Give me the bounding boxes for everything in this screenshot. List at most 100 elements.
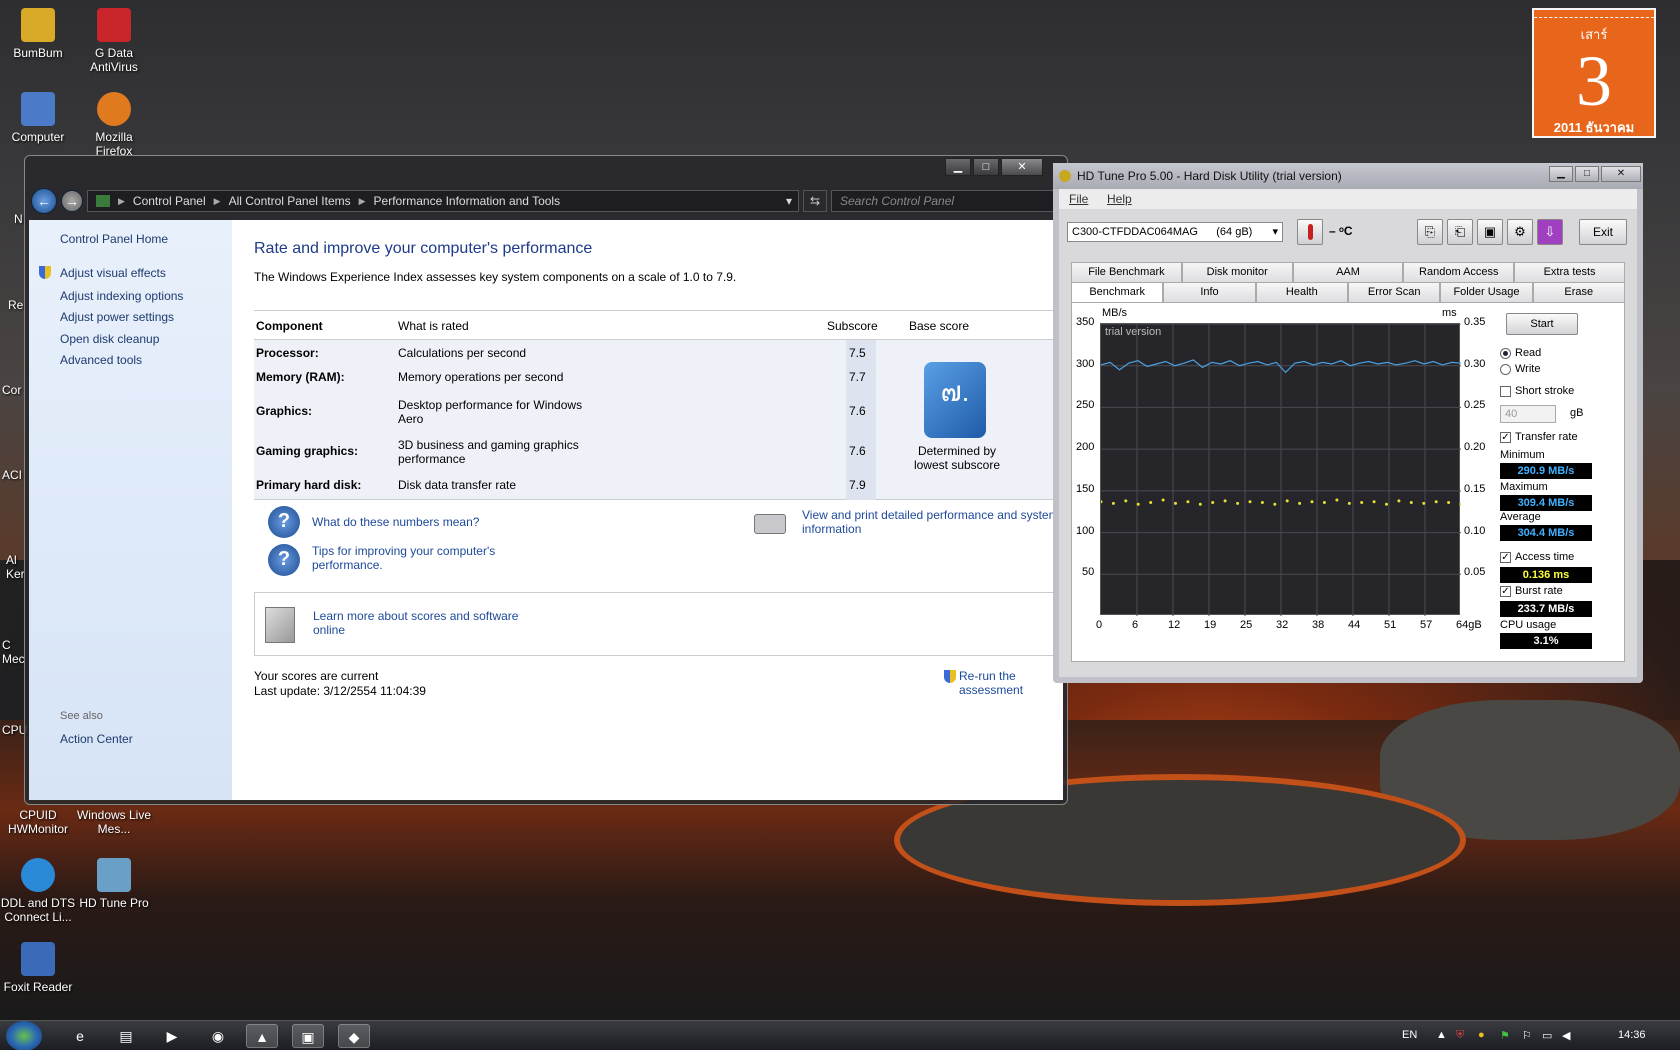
- start-button[interactable]: [6, 1021, 42, 1050]
- maximize-button[interactable]: □: [1575, 166, 1599, 182]
- sidebar-link-disk-cleanup[interactable]: Open disk cleanup: [60, 332, 159, 346]
- breadcrumb-item[interactable]: Control Panel: [133, 194, 206, 208]
- back-button[interactable]: ←: [31, 188, 57, 214]
- sidebar-link-action-center[interactable]: Action Center: [60, 732, 133, 746]
- clock[interactable]: 14:36: [1618, 1029, 1646, 1041]
- copy-info-icon[interactable]: ⎘: [1417, 219, 1443, 245]
- breadcrumb-item[interactable]: All Control Panel Items: [229, 194, 351, 208]
- drive-select[interactable]: C300-CTFDDAC064MAG (64 gB) ▾: [1067, 222, 1283, 242]
- access-time-point: [1459, 502, 1461, 506]
- tray-app-icon[interactable]: ●: [1478, 1029, 1485, 1041]
- language-indicator[interactable]: EN: [1402, 1029, 1417, 1041]
- desktop-icon-foxit[interactable]: Foxit Reader: [0, 942, 76, 994]
- menu-help[interactable]: Help: [1107, 192, 1132, 206]
- sidebar-link-indexing[interactable]: Adjust indexing options: [60, 289, 183, 303]
- x-tick: 12: [1168, 619, 1181, 631]
- desktop-icon-live-messenger[interactable]: Windows Live Mes...: [76, 808, 152, 836]
- close-button[interactable]: ✕: [1601, 166, 1641, 182]
- read-radio[interactable]: Read: [1500, 347, 1541, 359]
- save-icon[interactable]: ▣: [1477, 219, 1503, 245]
- tab-health[interactable]: Health: [1255, 282, 1348, 302]
- link-learn-more[interactable]: Learn more about scores and software onl…: [313, 609, 533, 637]
- sidebar-link-advanced-tools[interactable]: Advanced tools: [60, 353, 142, 367]
- minimize-button[interactable]: ▁: [1549, 166, 1573, 182]
- y-tick-right: 0.10: [1464, 524, 1486, 537]
- address-bar[interactable]: ▶ Control Panel ▶ All Control Panel Item…: [87, 190, 799, 212]
- tab-extra-tests[interactable]: Extra tests: [1514, 262, 1625, 282]
- tab-file-benchmark[interactable]: File Benchmark: [1071, 262, 1182, 282]
- link-rerun-assessment[interactable]: Re-run the assessment: [959, 669, 1063, 697]
- refresh-button[interactable]: ⇆: [803, 190, 827, 212]
- tab-folder-usage[interactable]: Folder Usage: [1440, 282, 1533, 302]
- desktop-icon-computer[interactable]: Computer: [0, 92, 76, 144]
- write-radio[interactable]: Write: [1500, 363, 1540, 375]
- base-score-badge[interactable]: ๗.: [924, 362, 986, 438]
- download-icon[interactable]: ⇩: [1537, 219, 1563, 245]
- taskbar-app-hdtune[interactable]: ◆: [338, 1024, 370, 1048]
- desktop-icon-hdtune[interactable]: HD Tune Pro: [76, 858, 152, 910]
- thermometer-icon[interactable]: [1297, 219, 1323, 245]
- desktop-icon-ddl-dts[interactable]: DDL and DTS Connect Li...: [0, 858, 76, 924]
- access-time-point: [1223, 499, 1227, 503]
- tab-error-scan[interactable]: Error Scan: [1347, 282, 1441, 302]
- sidebar-link-power[interactable]: Adjust power settings: [60, 310, 174, 324]
- x-tick: 19: [1204, 619, 1217, 631]
- transfer-rate-checkbox[interactable]: ✓ Transfer rate: [1500, 431, 1578, 443]
- antivirus-tray-icon[interactable]: ⛨: [1456, 1029, 1464, 1042]
- copy-icon[interactable]: ⎗: [1447, 219, 1473, 245]
- access-time-point: [1174, 501, 1177, 505]
- taskbar-app-photos[interactable]: ▲: [246, 1024, 278, 1048]
- desktop-edge-label: ACI: [2, 468, 23, 482]
- tab-disk-monitor[interactable]: Disk monitor: [1181, 262, 1293, 282]
- menu-file[interactable]: File: [1069, 192, 1088, 206]
- minimize-button[interactable]: ▁: [945, 158, 971, 176]
- show-hidden-icons[interactable]: ▲: [1436, 1029, 1447, 1041]
- desktop-icon-hwmonitor[interactable]: CPUID HWMonitor: [0, 808, 76, 836]
- network-icon[interactable]: ▭: [1542, 1029, 1552, 1042]
- forward-button[interactable]: →: [61, 190, 83, 212]
- chevron-down-icon[interactable]: ▾: [786, 194, 792, 208]
- y-tick-right: 0.05: [1464, 566, 1486, 579]
- ie-icon[interactable]: e: [64, 1024, 96, 1048]
- breadcrumb-item[interactable]: Performance Information and Tools: [374, 194, 561, 208]
- temperature-readout: – ᵒC: [1329, 224, 1353, 238]
- link-print-details[interactable]: View and print detailed performance and …: [802, 508, 1062, 536]
- options-icon[interactable]: ⚙: [1507, 219, 1533, 245]
- calendar-gadget[interactable]: เสาร์ 3 2011 ธันวาคม: [1532, 8, 1656, 138]
- header-rated: What is rated: [398, 319, 469, 333]
- volume-icon[interactable]: ◀: [1562, 1029, 1570, 1042]
- access-time-point: [1161, 498, 1165, 502]
- explorer-icon[interactable]: ▤: [110, 1024, 142, 1048]
- link-what-numbers[interactable]: What do these numbers mean?: [312, 515, 479, 529]
- sidebar-link-visual-effects[interactable]: Adjust visual effects: [60, 266, 166, 280]
- stroke-size-stepper[interactable]: 40: [1500, 405, 1556, 423]
- exit-button[interactable]: Exit: [1579, 219, 1627, 245]
- burst-rate-checkbox[interactable]: ✓ Burst rate: [1500, 585, 1563, 597]
- tab-aam[interactable]: AAM: [1292, 262, 1404, 282]
- tab-info[interactable]: Info: [1163, 282, 1256, 302]
- access-time-checkbox[interactable]: ✓ Access time: [1500, 551, 1574, 563]
- desktop-icon-bumbum[interactable]: BumBum: [0, 8, 76, 60]
- flag-tray-icon[interactable]: ⚑: [1500, 1029, 1510, 1042]
- x-tick: 51: [1384, 619, 1397, 631]
- x-tick: 38: [1312, 619, 1325, 631]
- link-tips[interactable]: Tips for improving your computer's perfo…: [312, 544, 512, 572]
- tab-erase[interactable]: Erase: [1532, 282, 1625, 302]
- tab-benchmark[interactable]: Benchmark: [1071, 282, 1164, 302]
- close-button[interactable]: ✕: [1001, 158, 1043, 176]
- hdtune-window: HD Tune Pro 5.00 - Hard Disk Utility (tr…: [1053, 163, 1643, 683]
- access-time-point: [1347, 501, 1351, 505]
- firefox-icon[interactable]: ◉: [202, 1024, 234, 1048]
- taskbar-app-control-panel[interactable]: ▣: [292, 1024, 324, 1048]
- media-player-icon[interactable]: ▶: [156, 1024, 188, 1048]
- search-input[interactable]: Search Control Panel: [831, 190, 1061, 212]
- desktop-icon-label: BumBum: [13, 46, 63, 60]
- start-button[interactable]: Start: [1506, 313, 1578, 335]
- desktop-icon-gdata[interactable]: G Data AntiVirus: [76, 8, 152, 74]
- sidebar-link-home[interactable]: Control Panel Home: [60, 232, 168, 246]
- short-stroke-checkbox[interactable]: Short stroke: [1500, 385, 1574, 397]
- desktop-icon-firefox[interactable]: Mozilla Firefox: [76, 92, 152, 158]
- maximize-button[interactable]: □: [973, 158, 999, 176]
- action-center-icon[interactable]: ⚐: [1522, 1029, 1532, 1042]
- tab-random-access[interactable]: Random Access: [1403, 262, 1515, 282]
